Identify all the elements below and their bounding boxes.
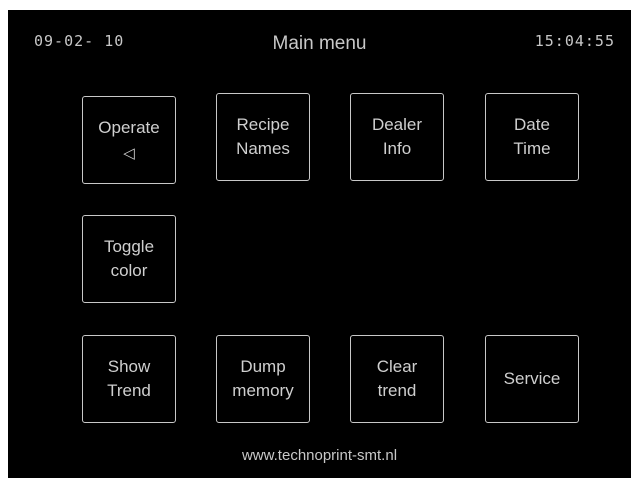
datetime-label-line1: Date bbox=[514, 115, 550, 134]
recipe-label-line1: Recipe bbox=[236, 115, 290, 134]
speaker-icon: ◁ bbox=[123, 144, 135, 162]
date-time-button[interactable]: Date Time bbox=[485, 93, 579, 181]
clear-trend-button[interactable]: Clear trend bbox=[350, 335, 444, 423]
footer-url: www.technoprint-smt.nl bbox=[241, 447, 398, 464]
trend-label-line2: Trend bbox=[107, 381, 151, 400]
service-label: Service bbox=[503, 369, 561, 388]
recipe-names-button[interactable]: Recipe Names bbox=[216, 93, 310, 181]
clear-label-line1: Clear bbox=[376, 357, 418, 376]
dealer-label-line2: Info bbox=[382, 139, 412, 158]
dump-label-line1: Dump bbox=[240, 357, 286, 376]
recipe-label-line2: Names bbox=[236, 139, 290, 158]
lcd-screen: 09-02- 10 Main menu 15:04:55 Operate ◁ R… bbox=[8, 10, 631, 478]
operate-label: Operate bbox=[98, 118, 160, 137]
clear-label-line2: trend bbox=[377, 381, 417, 400]
toggle-color-button[interactable]: Toggle color bbox=[82, 215, 176, 303]
toggle-label-line1: Toggle bbox=[103, 237, 155, 256]
trend-label-line1: Show bbox=[107, 357, 151, 376]
operate-button[interactable]: Operate ◁ bbox=[82, 96, 176, 184]
dump-label-line2: memory bbox=[232, 381, 294, 400]
service-button[interactable]: Service bbox=[485, 335, 579, 423]
time-display: 15:04:55 bbox=[534, 32, 615, 50]
dealer-label-line1: Dealer bbox=[371, 115, 423, 134]
toggle-label-line2: color bbox=[110, 261, 148, 280]
dump-memory-button[interactable]: Dump memory bbox=[216, 335, 310, 423]
dealer-info-button[interactable]: Dealer Info bbox=[350, 93, 444, 181]
show-trend-button[interactable]: Show Trend bbox=[82, 335, 176, 423]
datetime-label-line2: Time bbox=[513, 139, 551, 158]
